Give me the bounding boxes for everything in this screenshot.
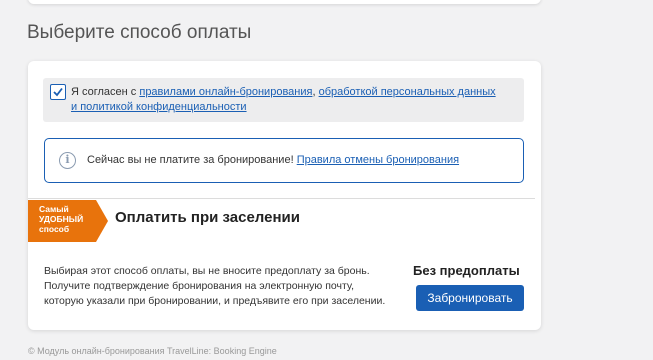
previous-card-edge — [28, 0, 541, 4]
divider — [28, 198, 535, 199]
consent-text: Я согласен с правилами онлайн-бронирован… — [71, 85, 511, 115]
book-button[interactable]: Забронировать — [416, 285, 524, 311]
info-icon: i — [59, 152, 76, 169]
badge-line-2: УДОБНЫЙ — [39, 214, 84, 224]
info-text: Сейчас вы не платите за бронирование! Пр… — [87, 154, 459, 166]
consent-block: Я согласен с правилами онлайн-бронирован… — [43, 78, 524, 122]
option-title: Оплатить при заселении — [115, 209, 300, 226]
badge-line-1: Самый — [39, 204, 69, 214]
personal-data-link[interactable]: обработкой персональных данных — [319, 86, 496, 98]
checkmark-icon — [53, 87, 63, 97]
badge-line-3: способ — [39, 224, 70, 234]
privacy-policy-link[interactable]: и политикой конфиденциальности — [71, 101, 247, 113]
section-title: Выберите способ оплаты — [27, 22, 252, 43]
info-message: Сейчас вы не платите за бронирование! — [87, 154, 297, 166]
consent-prefix: Я согласен с — [71, 86, 140, 98]
price-label: Без предоплаты — [413, 263, 520, 278]
option-description: Выбирая этот способ оплаты, вы не вносит… — [44, 265, 386, 307]
payment-method-card: Я согласен с правилами онлайн-бронирован… — [28, 61, 541, 330]
info-box: i Сейчас вы не платите за бронирование! … — [44, 138, 524, 183]
consent-checkbox[interactable] — [50, 84, 66, 100]
footer-credit: © Модуль онлайн-бронирования TravelLine:… — [28, 346, 277, 356]
best-option-badge: Самый УДОБНЫЙ способ — [28, 200, 108, 242]
rules-link[interactable]: правилами онлайн-бронирования — [139, 86, 312, 98]
cancel-rules-link[interactable]: Правила отмены бронирования — [297, 154, 459, 166]
